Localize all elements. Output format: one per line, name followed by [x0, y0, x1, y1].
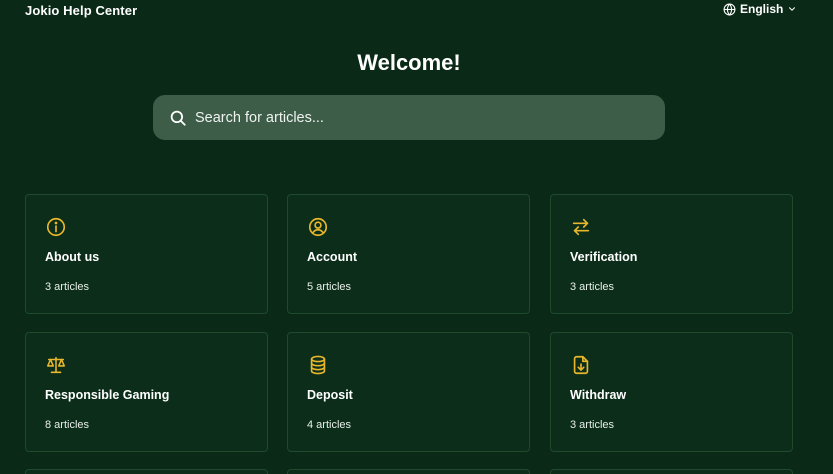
- language-label: English: [740, 2, 784, 16]
- brand-link[interactable]: Jokio Help Center: [25, 3, 137, 18]
- category-title: Responsible Gaming: [45, 388, 170, 402]
- coins-stack-icon: [307, 354, 329, 376]
- search-bar[interactable]: [153, 95, 665, 140]
- search-input[interactable]: [193, 108, 637, 127]
- category-card-withdraw[interactable]: Withdraw 3 articles: [550, 332, 793, 452]
- arrows-swap-icon: [570, 216, 592, 238]
- help-center-page: Jokio Help Center English Welcome! Searc…: [0, 0, 833, 474]
- chevron-down-icon: [787, 4, 797, 14]
- article-count: 8 articles: [45, 419, 90, 431]
- top-bar: Jokio Help Center English: [0, 0, 833, 22]
- category-card-deposit[interactable]: Deposit 4 articles: [287, 332, 530, 452]
- category-card-about-us[interactable]: About us 3 articles: [25, 194, 268, 314]
- category-card-account[interactable]: Account 5 articles: [287, 194, 530, 314]
- category-title: Deposit: [307, 388, 353, 402]
- user-circle-icon: [307, 216, 329, 238]
- category-title: Withdraw: [570, 388, 627, 402]
- category-title: Account: [307, 250, 357, 264]
- globe-icon: [723, 2, 736, 16]
- article-count: 3 articles: [45, 281, 90, 293]
- category-card-partial[interactable]: [287, 469, 530, 474]
- category-card-partial[interactable]: [550, 469, 793, 474]
- category-title: Verification: [570, 250, 638, 264]
- category-card-verification[interactable]: Verification 3 articles: [550, 194, 793, 314]
- info-icon: [45, 216, 67, 238]
- language-selector[interactable]: English: [723, 2, 797, 16]
- file-download-icon: [570, 354, 592, 376]
- article-count: 3 articles: [570, 419, 615, 431]
- article-count: 4 articles: [307, 419, 352, 431]
- article-count: 5 articles: [307, 281, 352, 293]
- page-title: Welcome!: [357, 50, 461, 75]
- category-title: About us: [45, 250, 100, 264]
- category-card-partial[interactable]: [25, 469, 268, 474]
- category-card-responsible-gaming[interactable]: Responsible Gaming 8 articles: [25, 332, 268, 452]
- scale-icon: [45, 354, 67, 376]
- article-count: 3 articles: [570, 281, 615, 293]
- search-icon: [169, 109, 187, 127]
